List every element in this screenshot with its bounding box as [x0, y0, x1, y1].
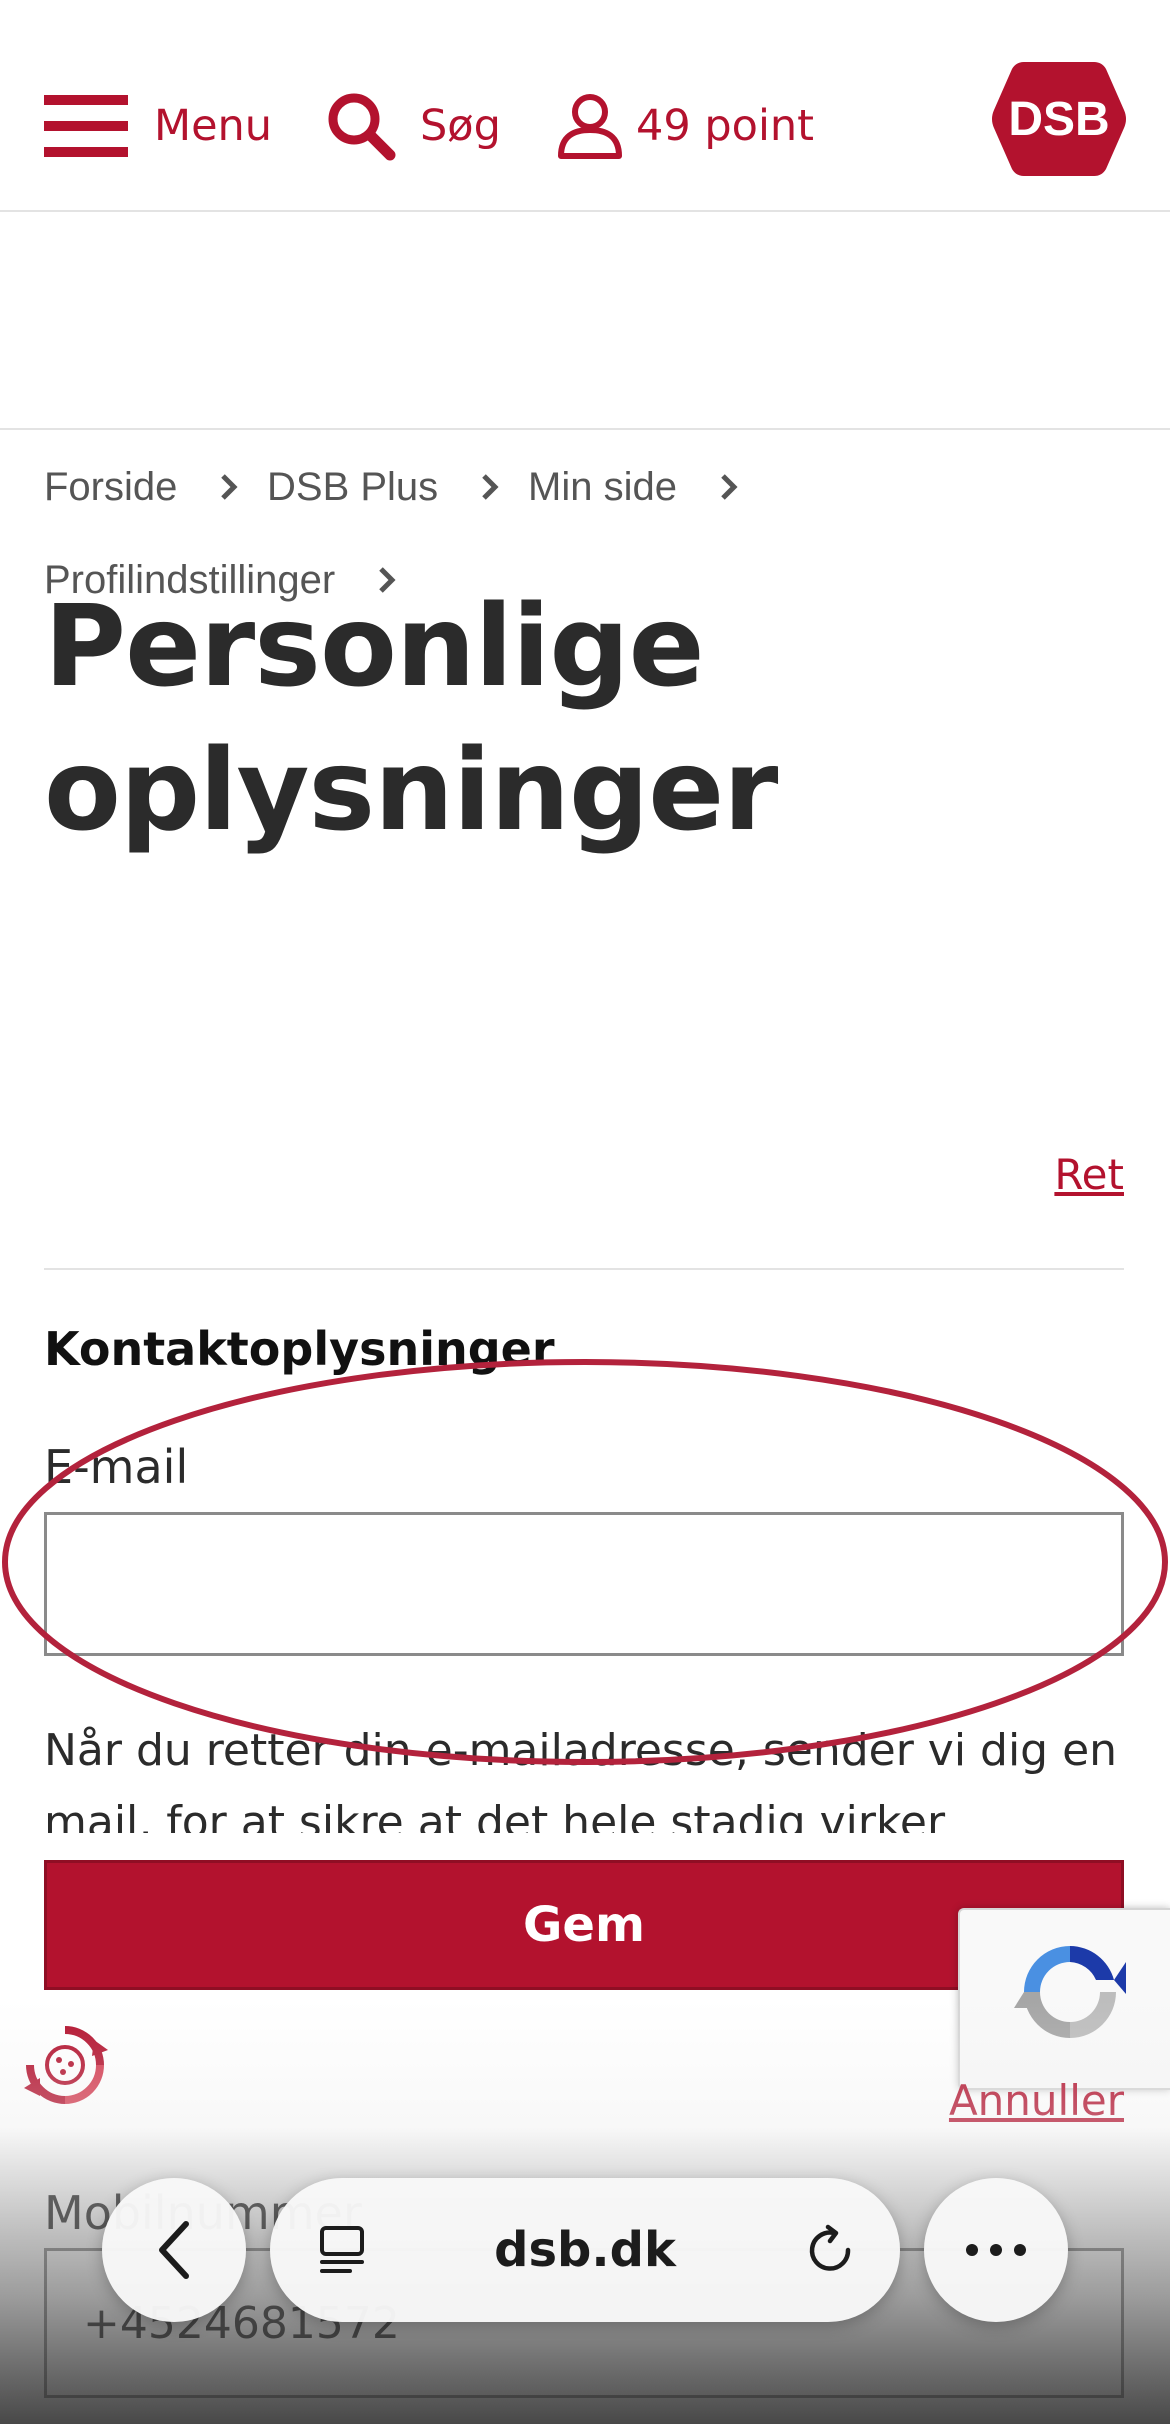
breadcrumb-item-dsb-plus[interactable]: DSB Plus [267, 457, 500, 517]
section-divider [44, 1268, 1124, 1270]
reload-icon[interactable] [804, 2224, 856, 2276]
chevron-right-icon [482, 474, 499, 500]
email-label: E-mail [44, 1440, 189, 1494]
breadcrumb-item-forside[interactable]: Forside [44, 457, 239, 517]
breadcrumb: Forside DSB Plus Min side Profilindstill… [0, 212, 1170, 602]
cookie-settings-icon[interactable] [20, 2020, 110, 2110]
chevron-right-icon [221, 474, 238, 500]
chevron-right-icon [721, 474, 738, 500]
logo-text: DSB [1008, 92, 1110, 146]
breadcrumb-label: DSB Plus [267, 464, 439, 509]
chevron-left-icon [159, 2221, 189, 2279]
email-help-text: Når du retter din e-mailadresse, sender … [44, 1725, 1118, 1833]
user-icon [558, 94, 622, 159]
search-button[interactable]: Søg [326, 86, 501, 166]
search-label: Søg [420, 101, 501, 151]
address-bar[interactable]: dsb.dk [270, 2178, 900, 2322]
breadcrumb-item-min-side[interactable]: Min side [528, 457, 739, 517]
edit-link[interactable]: Ret [1054, 1150, 1124, 1199]
points-label: 49 point [636, 101, 815, 151]
contact-section-title: Kontaktoplysninger [44, 1322, 555, 1376]
cancel-link[interactable]: Annuller [949, 2076, 1124, 2125]
hamburger-icon [44, 95, 128, 157]
recaptcha-badge[interactable] [958, 1908, 1170, 2090]
page-title: Personlige oplysninger [44, 575, 1044, 863]
site-header: Menu Søg 49 point DSB [0, 0, 1170, 212]
browser-more-button[interactable] [924, 2178, 1068, 2322]
menu-label: Menu [154, 101, 273, 151]
more-icon [966, 2244, 1026, 2256]
menu-button[interactable]: Menu [44, 86, 272, 166]
account-points-button[interactable]: 49 point [556, 86, 814, 166]
browser-back-button[interactable] [102, 2178, 246, 2322]
dsb-logo[interactable]: DSB [990, 58, 1128, 180]
search-icon [328, 93, 396, 161]
page-title-line-1: Personlige [44, 582, 705, 712]
breadcrumb-label: Forside [44, 464, 178, 509]
recaptcha-icon [1014, 1946, 1126, 2038]
email-field[interactable] [44, 1512, 1124, 1656]
page-title-line-2: oplysninger [44, 726, 778, 856]
breadcrumb-label: Min side [528, 464, 677, 509]
